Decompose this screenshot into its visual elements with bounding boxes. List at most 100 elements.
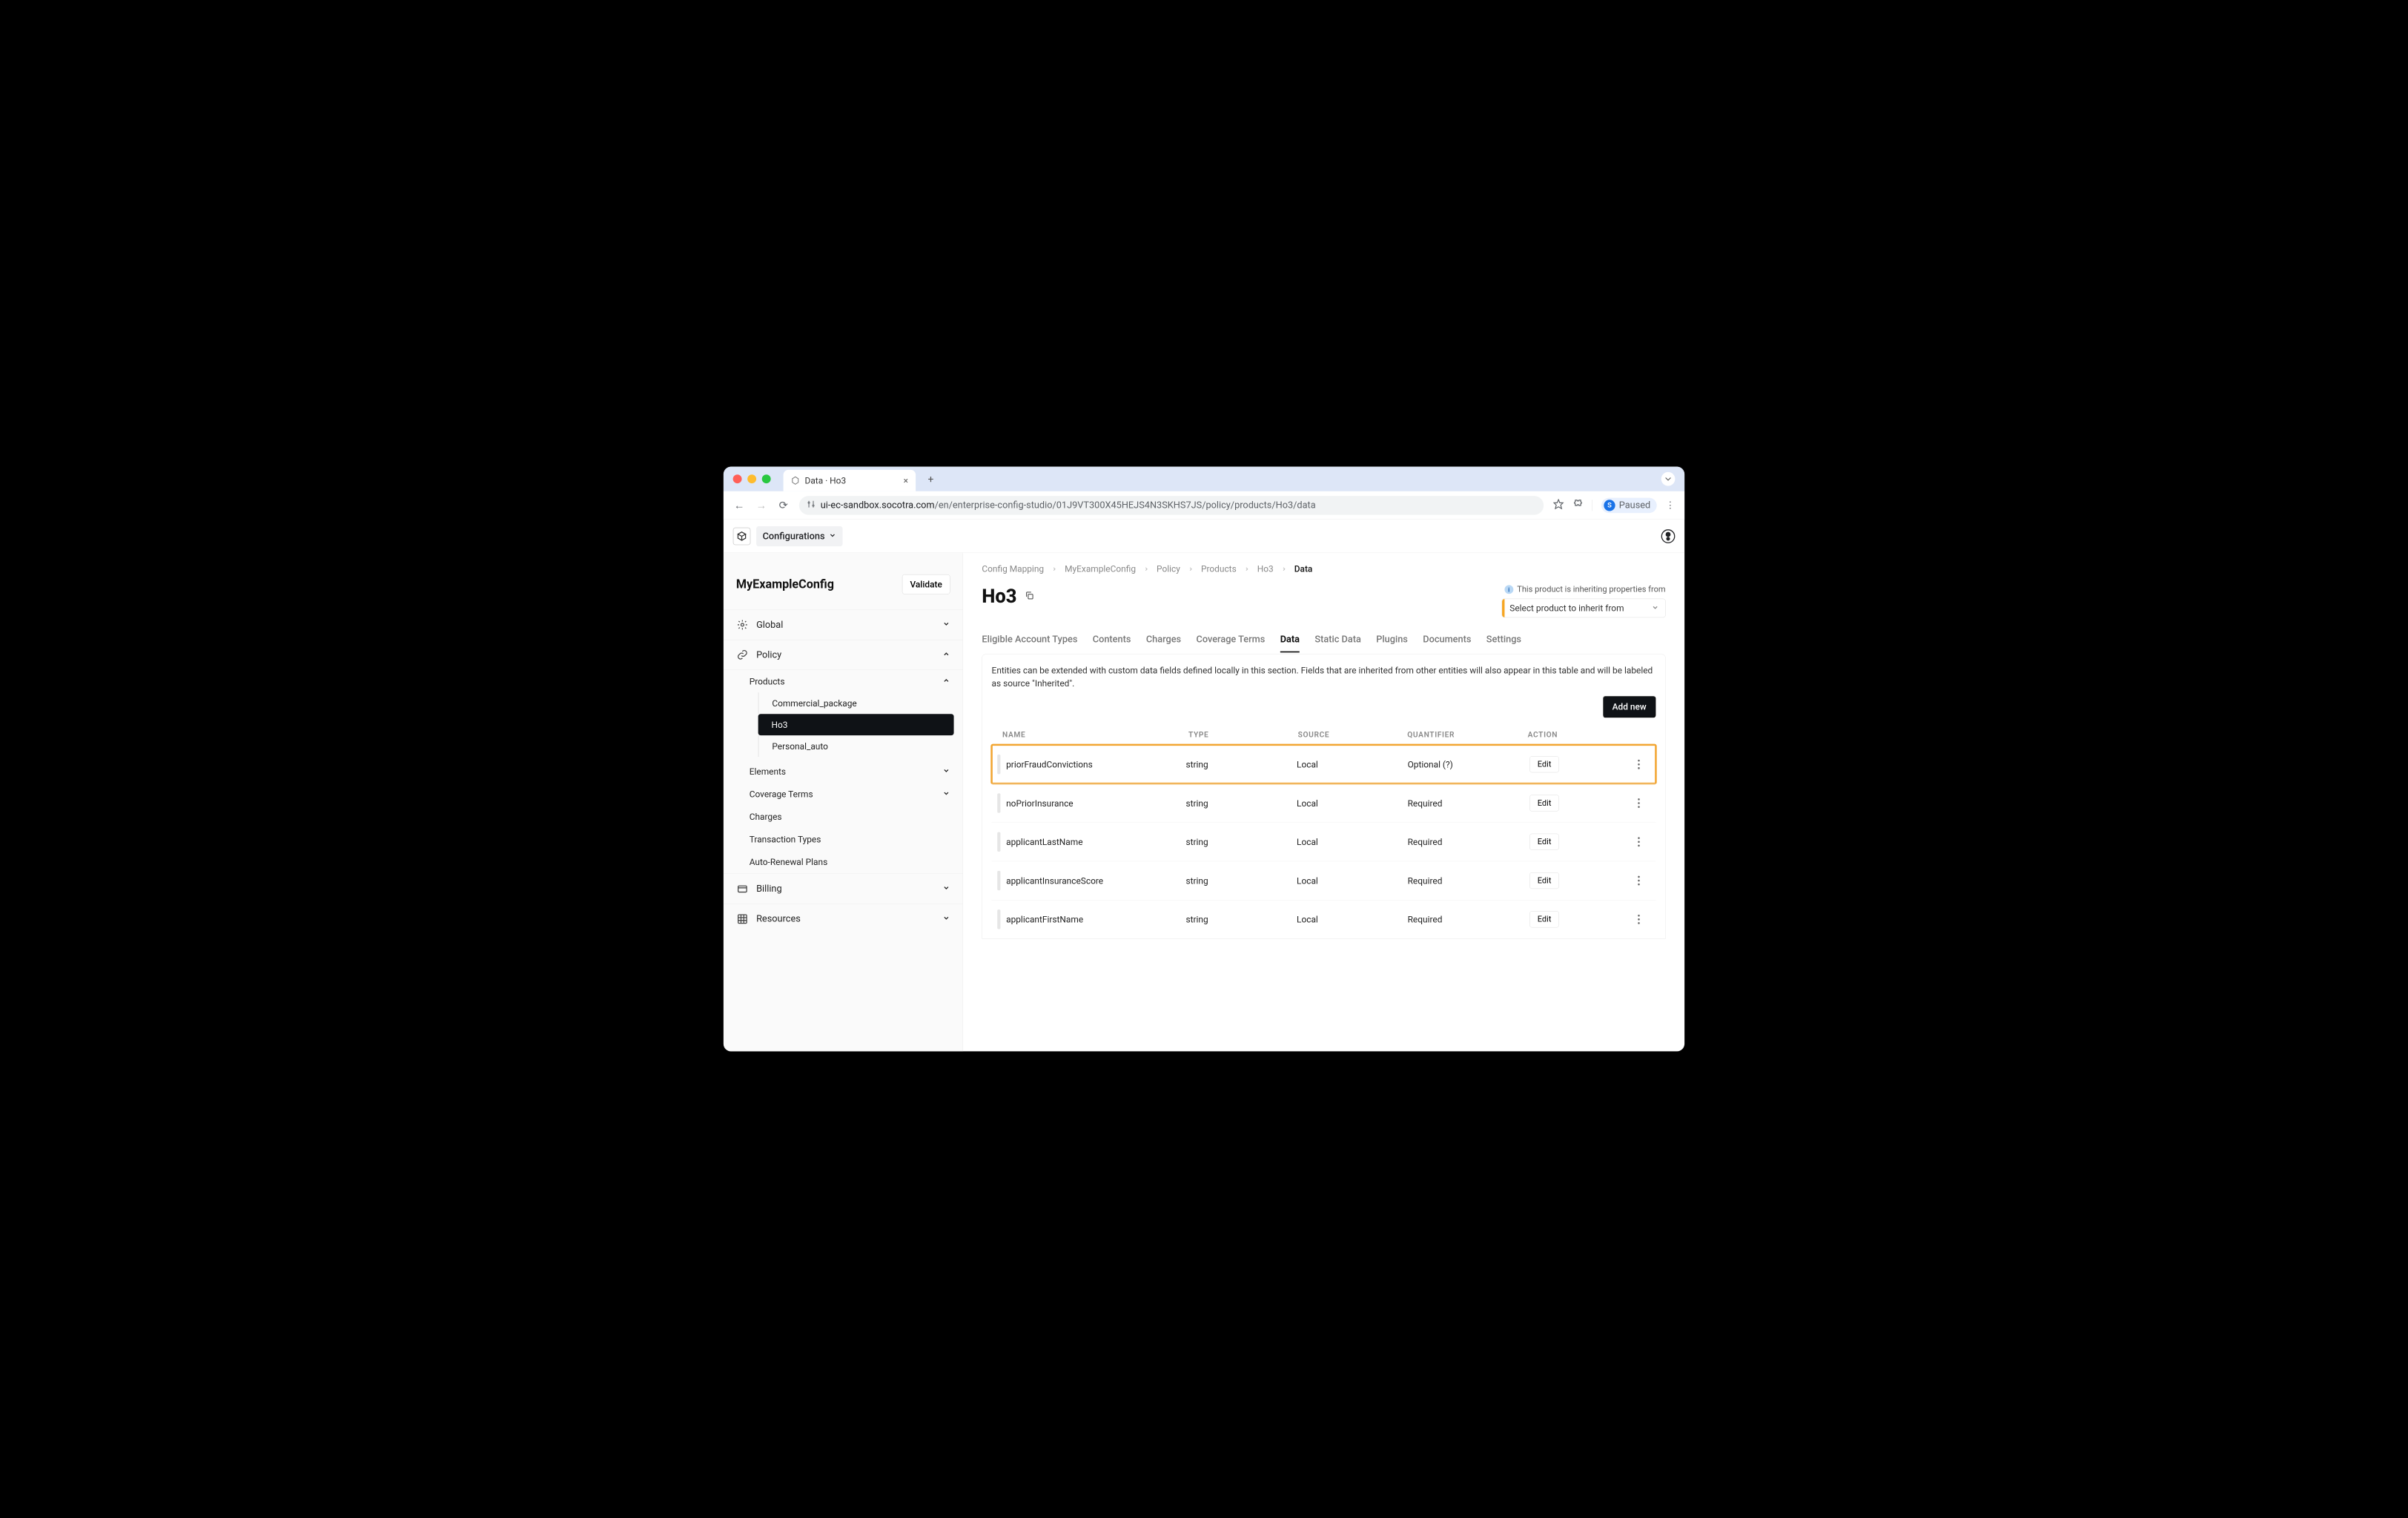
chrome-menu-icon[interactable]: ⋮: [1666, 500, 1676, 511]
row-accent-bar: [997, 793, 1000, 812]
browser-tab[interactable]: Data · Ho3 ×: [784, 470, 916, 491]
sidebar-item-charges[interactable]: Charges: [737, 805, 963, 828]
tab-settings[interactable]: Settings: [1486, 632, 1521, 652]
table-row: applicantFirstNamestringLocalRequiredEdi…: [992, 900, 1656, 938]
chevron-right-icon: [1244, 564, 1250, 574]
sidebar-auto-renewal-label: Auto-Renewal Plans: [750, 857, 827, 867]
address-bar-row: ← → ⟳ ui-ec-sandbox.socotra.com/en/enter…: [724, 491, 1684, 520]
chevron-up-icon: [942, 676, 950, 686]
sidebar-item-auto-renewal[interactable]: Auto-Renewal Plans: [737, 851, 963, 874]
chevron-up-icon: [942, 649, 950, 660]
tab-charges[interactable]: Charges: [1146, 632, 1181, 652]
new-tab-button[interactable]: +: [925, 474, 936, 485]
breadcrumb-item[interactable]: MyExampleConfig: [1065, 564, 1136, 574]
site-settings-icon[interactable]: [807, 500, 816, 511]
tab-static-data[interactable]: Static Data: [1314, 632, 1360, 652]
configurations-dropdown[interactable]: Configurations: [756, 526, 842, 546]
cell-action: Edit: [1529, 911, 1630, 927]
cell-quantifier: Required: [1408, 798, 1530, 808]
sidebar-global-label: Global: [756, 619, 783, 630]
page-header-row: Ho3 i This product is inheriting propert…: [982, 585, 1665, 617]
sidebar-product-personal-auto[interactable]: Personal_auto: [758, 735, 962, 757]
edit-button[interactable]: Edit: [1529, 756, 1559, 772]
tab-data[interactable]: Data: [1280, 632, 1300, 652]
sidebar: MyExampleConfig Validate Global Policy P…: [724, 553, 963, 1051]
addrbar-icons: S Paused ⋮: [1553, 497, 1675, 512]
breadcrumb-item[interactable]: Config Mapping: [982, 564, 1044, 574]
sidebar-item-global[interactable]: Global: [724, 609, 963, 640]
cell-type: string: [1185, 759, 1297, 769]
cell-quantifier: Required: [1408, 914, 1530, 924]
row-menu-icon[interactable]: [1630, 837, 1649, 847]
row-menu-icon[interactable]: [1630, 915, 1649, 925]
sidebar-item-elements[interactable]: Elements: [737, 760, 963, 783]
tab-plugins[interactable]: Plugins: [1376, 632, 1408, 652]
sidebar-transaction-types-label: Transaction Types: [750, 834, 821, 844]
chevron-right-icon: [1188, 564, 1194, 574]
tab-contents[interactable]: Contents: [1093, 632, 1131, 652]
row-menu-icon[interactable]: [1630, 875, 1649, 886]
sidebar-product-commercial[interactable]: Commercial_package: [758, 692, 962, 714]
chevron-right-icon: [1051, 564, 1057, 574]
sidebar-item-policy[interactable]: Policy: [724, 640, 963, 670]
row-menu-icon[interactable]: [1630, 759, 1649, 769]
cell-quantifier: Required: [1408, 837, 1530, 847]
cell-source: Local: [1297, 798, 1408, 808]
tab-overflow-button[interactable]: [1661, 472, 1676, 486]
close-tab-icon[interactable]: ×: [904, 475, 908, 485]
forward-button[interactable]: →: [755, 499, 767, 511]
edit-button[interactable]: Edit: [1529, 795, 1559, 811]
page-title: Ho3: [982, 585, 1016, 607]
profile-avatar: S: [1604, 500, 1615, 511]
sidebar-resources-label: Resources: [756, 913, 801, 924]
row-accent-bar: [997, 755, 1000, 774]
minimize-window[interactable]: [747, 474, 756, 483]
inherit-select[interactable]: Select product to inherit from: [1502, 599, 1666, 618]
bookmark-icon[interactable]: [1553, 499, 1564, 512]
sidebar-item-resources[interactable]: Resources: [724, 904, 963, 934]
profile-paused-pill[interactable]: S Paused: [1601, 497, 1657, 512]
sidebar-products-label: Products: [750, 676, 785, 686]
validate-button[interactable]: Validate: [902, 574, 950, 594]
tab-favicon-icon: [791, 476, 800, 485]
reload-button[interactable]: ⟳: [777, 499, 790, 511]
cell-type: string: [1185, 875, 1297, 886]
maximize-window[interactable]: [762, 474, 771, 483]
tab-documents[interactable]: Documents: [1423, 632, 1471, 652]
app-logo-icon[interactable]: [733, 527, 751, 545]
sidebar-item-products[interactable]: Products: [737, 670, 963, 693]
sidebar-item-billing[interactable]: Billing: [724, 873, 963, 904]
tab-bar: Data · Ho3 × +: [724, 467, 1684, 491]
sidebar-elements-label: Elements: [750, 766, 786, 777]
url-input[interactable]: ui-ec-sandbox.socotra.com/en/enterprise-…: [799, 496, 1544, 515]
sidebar-coverage-terms-label: Coverage Terms: [750, 789, 813, 799]
tab-coverage-terms[interactable]: Coverage Terms: [1197, 632, 1266, 652]
cell-name: noPriorInsurance: [997, 793, 1185, 812]
data-panel: Entities can be extended with custom dat…: [982, 654, 1665, 938]
row-menu-icon[interactable]: [1630, 798, 1649, 809]
sidebar-product-ho3[interactable]: Ho3: [758, 714, 954, 735]
edit-button[interactable]: Edit: [1529, 834, 1559, 850]
extensions-icon[interactable]: [1572, 499, 1583, 512]
back-button[interactable]: ←: [733, 499, 746, 511]
cell-type: string: [1185, 837, 1297, 847]
breadcrumb-item[interactable]: Policy: [1157, 564, 1180, 574]
copy-icon[interactable]: [1025, 590, 1035, 601]
sidebar-item-transaction-types[interactable]: Transaction Types: [737, 828, 963, 851]
add-new-button[interactable]: Add new: [1603, 696, 1656, 717]
breadcrumb-item[interactable]: Products: [1201, 564, 1237, 574]
cell-type: string: [1185, 798, 1297, 808]
user-menu-icon[interactable]: [1661, 529, 1676, 543]
breadcrumb-item[interactable]: Ho3: [1257, 564, 1274, 574]
edit-button[interactable]: Edit: [1529, 911, 1559, 927]
table-body: priorFraudConvictionsstringLocalOptional…: [992, 745, 1656, 938]
sidebar-item-coverage-terms[interactable]: Coverage Terms: [737, 783, 963, 806]
row-accent-bar: [997, 909, 1000, 929]
page-title-wrap: Ho3: [982, 585, 1034, 607]
cell-type: string: [1185, 914, 1297, 924]
breadcrumb: Config Mapping MyExampleConfig Policy Produ…: [982, 564, 1665, 574]
edit-button[interactable]: Edit: [1529, 872, 1559, 889]
tab-eligible-account-types[interactable]: Eligible Account Types: [982, 632, 1077, 652]
close-window[interactable]: [733, 474, 742, 483]
panel-actions: Add new: [992, 696, 1656, 717]
